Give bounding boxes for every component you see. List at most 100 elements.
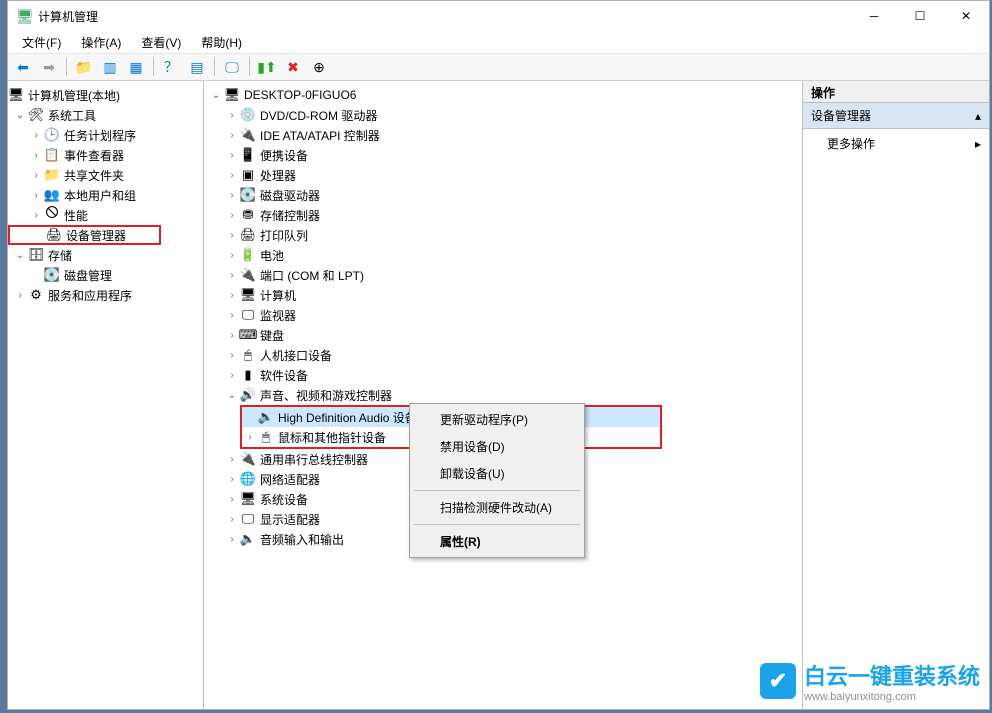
chevron-right-icon[interactable]: › <box>28 207 44 223</box>
chevron-right-icon[interactable]: › <box>242 429 258 445</box>
chevron-right-icon[interactable]: › <box>224 107 240 123</box>
chevron-right-icon[interactable]: › <box>224 327 240 343</box>
chevron-right-icon[interactable]: › <box>224 227 240 243</box>
tree-item-performance[interactable]: › 🛇 性能 <box>8 205 203 225</box>
device-cat-battery[interactable]: ›🔋电池 <box>204 245 802 265</box>
close-button[interactable]: ✕ <box>943 1 989 31</box>
tree-item-shared-folders[interactable]: › 📁 共享文件夹 <box>8 165 203 185</box>
tree-label: DVD/CD-ROM 驱动器 <box>260 107 377 124</box>
chevron-right-icon: ▸ <box>975 137 981 151</box>
chevron-right-icon[interactable]: › <box>224 491 240 507</box>
device-cat-computer[interactable]: ›🖥计算机 <box>204 285 802 305</box>
device-cat-keyboard[interactable]: ›⌨键盘 <box>204 325 802 345</box>
folder-icon: 📁 <box>44 167 60 183</box>
device-cat-software[interactable]: ›▮软件设备 <box>204 365 802 385</box>
menu-view[interactable]: 查看(V) <box>133 32 189 53</box>
tree-label: 系统工具 <box>48 107 96 124</box>
tree-item-storage[interactable]: ⌄ 🗄 存储 <box>8 245 203 265</box>
ctx-scan[interactable]: 扫描检测硬件改动(A) <box>412 494 582 521</box>
tree-item-event-viewer[interactable]: › 📋 事件查看器 <box>8 145 203 165</box>
device-cat-storagectrl[interactable]: ›⛃存储控制器 <box>204 205 802 225</box>
actions-section[interactable]: 设备管理器 ▴ <box>803 103 989 129</box>
tree-root[interactable]: 🖥 计算机管理(本地) <box>8 85 203 105</box>
chevron-right-icon[interactable]: › <box>224 451 240 467</box>
ctx-disable[interactable]: 禁用设备(D) <box>412 433 582 460</box>
device-cat-monitor[interactable]: ›🖵监视器 <box>204 305 802 325</box>
chevron-right-icon[interactable]: › <box>224 187 240 203</box>
tree-item-local-users[interactable]: › 👥 本地用户和组 <box>8 185 203 205</box>
show-hide-tree-button[interactable]: ▥ <box>99 56 121 78</box>
view-button[interactable]: ▤ <box>186 56 208 78</box>
device-cat-dvd[interactable]: ›💿DVD/CD-ROM 驱动器 <box>204 105 802 125</box>
tree-label: 网络适配器 <box>260 471 320 488</box>
chevron-right-icon[interactable]: › <box>224 511 240 527</box>
chevron-right-icon[interactable]: › <box>224 127 240 143</box>
up-button[interactable]: 📁 <box>73 56 95 78</box>
menu-action[interactable]: 操作(A) <box>73 32 129 53</box>
disable-button[interactable]: ✖ <box>282 56 304 78</box>
chevron-right-icon[interactable]: › <box>12 287 28 303</box>
collapse-icon[interactable]: ▴ <box>975 109 981 123</box>
tree-label: 通用串行总线控制器 <box>260 451 368 468</box>
enable-button[interactable]: ▮⬆ <box>256 56 278 78</box>
chevron-right-icon[interactable]: › <box>224 167 240 183</box>
ctx-properties[interactable]: 属性(R) <box>412 528 582 555</box>
chevron-right-icon[interactable]: › <box>224 471 240 487</box>
properties-button[interactable]: ▦ <box>125 56 147 78</box>
chevron-right-icon[interactable]: › <box>224 367 240 383</box>
chevron-down-icon[interactable]: ⌄ <box>224 387 240 403</box>
tree-item-system-tools[interactable]: ⌄ 🛠 系统工具 <box>8 105 203 125</box>
device-cat-hid[interactable]: ›🖱人机接口设备 <box>204 345 802 365</box>
tree-item-task-scheduler[interactable]: › 🕒 任务计划程序 <box>8 125 203 145</box>
tree-label: 存储 <box>48 247 72 264</box>
chevron-down-icon[interactable]: ⌄ <box>12 107 28 123</box>
chevron-right-icon[interactable]: › <box>224 207 240 223</box>
chevron-right-icon[interactable]: › <box>224 287 240 303</box>
device-root[interactable]: ⌄ 🖥 DESKTOP-0FIGUO6 <box>204 85 802 105</box>
back-button[interactable]: ⬅ <box>12 56 34 78</box>
chevron-down-icon[interactable]: ⌄ <box>208 87 224 103</box>
window-title: 计算机管理 <box>38 8 851 25</box>
forward-button[interactable]: ➡ <box>38 56 60 78</box>
ctx-update-driver[interactable]: 更新驱动程序(P) <box>412 406 582 433</box>
chevron-right-icon[interactable]: › <box>224 247 240 263</box>
toolbar-separator <box>214 58 215 76</box>
device-cat-diskdrive[interactable]: ›💽磁盘驱动器 <box>204 185 802 205</box>
tree-item-disk-mgmt[interactable]: 💽 磁盘管理 <box>8 265 203 285</box>
tree-item-services[interactable]: › ⚙ 服务和应用程序 <box>8 285 203 305</box>
minimize-button[interactable]: ─ <box>851 1 897 31</box>
chevron-right-icon[interactable]: › <box>28 147 44 163</box>
ctx-uninstall[interactable]: 卸载设备(U) <box>412 460 582 487</box>
disk-icon: 💽 <box>44 267 60 283</box>
device-cat-cpu[interactable]: ›▣处理器 <box>204 165 802 185</box>
menu-help[interactable]: 帮助(H) <box>193 32 250 53</box>
chevron-right-icon[interactable]: › <box>28 187 44 203</box>
toolbar-separator <box>249 58 250 76</box>
tools-icon: 🛠 <box>28 107 44 123</box>
chevron-right-icon[interactable]: › <box>28 167 44 183</box>
help-button[interactable]: ？ <box>160 56 182 78</box>
tree-item-device-manager[interactable]: 🖨 设备管理器 <box>8 225 161 245</box>
monitor-button[interactable]: 🖵 <box>221 56 243 78</box>
mouse-icon: 🖱 <box>258 429 274 445</box>
chevron-down-icon[interactable]: ⌄ <box>12 247 28 263</box>
device-cat-ports[interactable]: ›🔌端口 (COM 和 LPT) <box>204 265 802 285</box>
ctx-separator <box>414 490 580 491</box>
monitor-icon: 🖵 <box>240 307 256 323</box>
actions-more[interactable]: 更多操作 ▸ <box>803 129 989 158</box>
system-icon: 🖥 <box>240 491 256 507</box>
scan-button[interactable]: ⊕ <box>308 56 330 78</box>
chevron-right-icon[interactable]: › <box>224 267 240 283</box>
menu-file[interactable]: 文件(F) <box>14 32 69 53</box>
chevron-right-icon[interactable]: › <box>224 347 240 363</box>
device-cat-printqueue[interactable]: ›🖨打印队列 <box>204 225 802 245</box>
device-cat-ide[interactable]: ›🔌IDE ATA/ATAPI 控制器 <box>204 125 802 145</box>
chevron-right-icon[interactable]: › <box>224 307 240 323</box>
device-cat-sound[interactable]: ⌄🔊声音、视频和游戏控制器 <box>204 385 802 405</box>
left-tree-pane: 🖥 计算机管理(本地) ⌄ 🛠 系统工具 › 🕒 任务计划程序 › 📋 事件查看… <box>8 81 204 709</box>
chevron-right-icon[interactable]: › <box>224 147 240 163</box>
chevron-right-icon[interactable]: › <box>224 531 240 547</box>
device-cat-portable[interactable]: ›📱便携设备 <box>204 145 802 165</box>
maximize-button[interactable]: ☐ <box>897 1 943 31</box>
chevron-right-icon[interactable]: › <box>28 127 44 143</box>
